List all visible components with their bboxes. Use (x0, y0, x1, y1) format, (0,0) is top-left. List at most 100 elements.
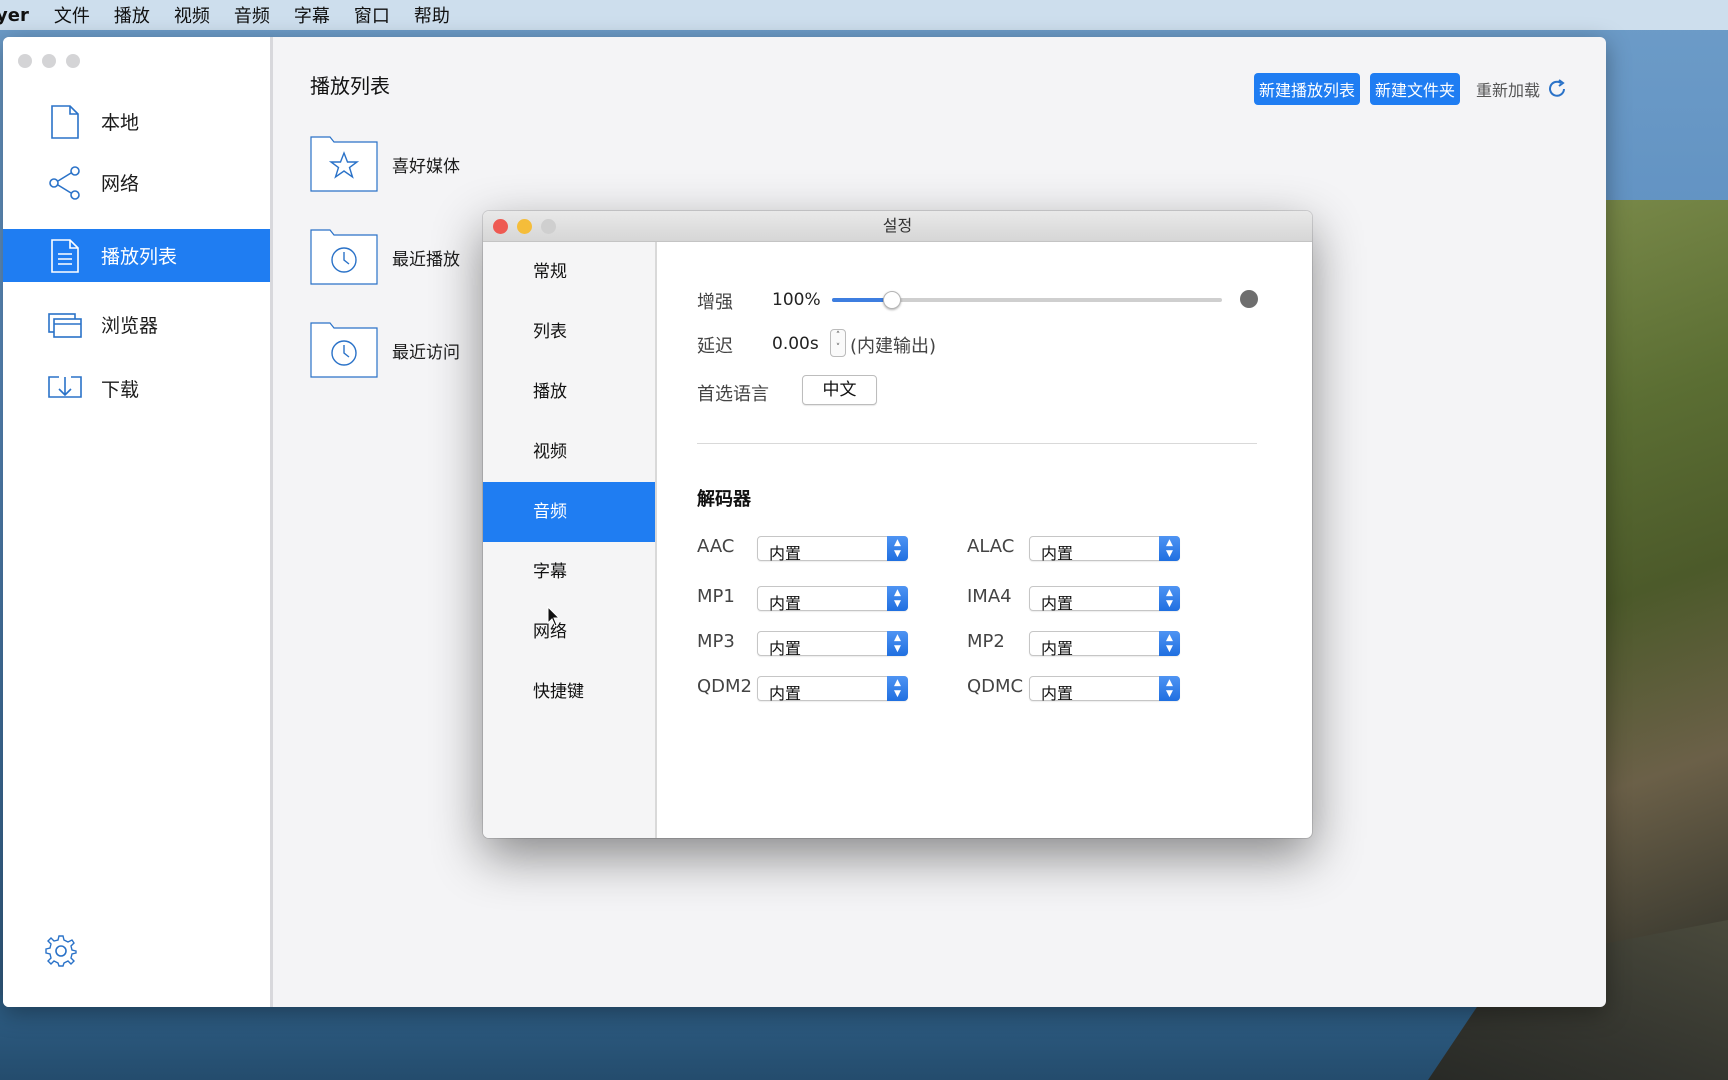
tab-network[interactable]: 网络 (483, 602, 655, 662)
browser-icon (47, 307, 83, 343)
dialog-close-button[interactable] (493, 219, 508, 234)
language-button[interactable]: 中文 (802, 375, 877, 405)
codec-label-ima4: IMA4 (967, 586, 1012, 607)
sidebar-item-label: 本地 (101, 112, 140, 134)
sidebar-item-download[interactable]: 下载 (3, 362, 270, 415)
delay-note: (内建输出) (850, 336, 937, 357)
select-value: 内置 (769, 544, 802, 563)
chevron-updown-icon: ▲ ▼ (1159, 676, 1180, 701)
folder-label: 喜好媒体 (392, 156, 460, 177)
menu-window[interactable]: 窗口 (354, 2, 390, 28)
toolbar: 新建播放列表 新建文件夹 重新加载 (1253, 73, 1568, 105)
codec-label-mp1: MP1 (697, 586, 735, 607)
codec-label-mp2: MP2 (967, 631, 1005, 652)
tab-playback[interactable]: 播放 (483, 362, 655, 422)
folder-recent-played[interactable]: 最近播放 (310, 229, 460, 285)
folder-recent-visited[interactable]: 最近访问 (310, 322, 460, 378)
menu-video[interactable]: 视频 (174, 2, 210, 28)
tab-general[interactable]: 常规 (483, 242, 655, 302)
select-value: 内置 (769, 639, 802, 658)
codec-select-mp3[interactable]: 内置 ▲ ▼ (757, 631, 908, 658)
codec-label-aac: AAC (697, 536, 735, 557)
folder-label: 最近访问 (392, 342, 460, 363)
sidebar-item-network[interactable]: 网络 (3, 156, 270, 209)
codec-label-qdmc: QDMC (967, 676, 1024, 697)
select-value: 内置 (769, 684, 802, 703)
boost-slider-knob[interactable] (882, 291, 901, 309)
menu-play[interactable]: 播放 (114, 2, 150, 28)
folder-favorites[interactable]: 喜好媒体 (310, 136, 460, 192)
delay-label: 延迟 (697, 336, 733, 357)
sidebar-item-playlist[interactable]: 播放列表 (3, 229, 270, 282)
delay-stepper[interactable]: ˄ ˅ (830, 329, 846, 357)
new-folder-button[interactable]: 新建文件夹 (1369, 73, 1460, 105)
codec-label-alac: ALAC (967, 536, 1015, 557)
reset-icon[interactable] (1240, 290, 1258, 308)
folder-label: 最近播放 (392, 249, 460, 270)
codec-select-aac[interactable]: 内置 ▲ ▼ (757, 536, 908, 563)
dialog-window-controls (493, 219, 556, 234)
chevron-updown-icon: ▲ ▼ (1159, 586, 1180, 611)
codec-select-qdm2[interactable]: 内置 ▲ ▼ (757, 676, 908, 703)
select-value: 内置 (1041, 684, 1074, 703)
page-title: 播放列表 (310, 74, 390, 98)
minimize-button[interactable] (42, 54, 56, 68)
close-button[interactable] (18, 54, 32, 68)
tab-video[interactable]: 视频 (483, 422, 655, 482)
dialog-title-bar: 설정 (483, 211, 1312, 242)
tab-audio[interactable]: 音频 (483, 482, 655, 542)
menu-audio[interactable]: 音频 (234, 2, 270, 28)
sidebar-item-label: 下载 (101, 379, 140, 401)
menu-file[interactable]: 文件 (54, 2, 90, 28)
sidebar: 本地 网络 播放列表 浏览器 下载 (3, 37, 273, 1007)
mouse-cursor-icon (547, 606, 561, 627)
sidebar-item-label: 播放列表 (101, 246, 178, 268)
new-playlist-button[interactable]: 新建播放列表 (1253, 73, 1360, 105)
settings-dialog: 설정 常规 列表 播放 视频 音频 字幕 网络 快捷键 增强 100% 延迟 0… (483, 211, 1312, 838)
menu-subtitle[interactable]: 字幕 (294, 2, 330, 28)
star-folder-icon (310, 136, 378, 192)
download-icon (47, 371, 83, 407)
codec-select-mp2[interactable]: 内置 ▲ ▼ (1029, 631, 1180, 658)
tab-list[interactable]: 列表 (483, 302, 655, 362)
codec-select-ima4[interactable]: 内置 ▲ ▼ (1029, 586, 1180, 613)
language-label: 首选语言 (697, 384, 769, 405)
chevron-updown-icon: ▲ ▼ (1159, 536, 1180, 561)
menu-app-name[interactable]: yer (0, 5, 29, 26)
share-icon (47, 165, 83, 201)
codec-select-qdmc[interactable]: 内置 ▲ ▼ (1029, 676, 1180, 703)
sidebar-item-label: 浏览器 (101, 315, 159, 337)
reload-button[interactable]: 重新加载 (1476, 77, 1568, 101)
codec-select-alac[interactable]: 内置 ▲ ▼ (1029, 536, 1180, 563)
zoom-button[interactable] (66, 54, 80, 68)
clock-folder-icon (310, 322, 378, 378)
settings-tab-list: 常规 列表 播放 视频 音频 字幕 网络 快捷键 (483, 242, 657, 838)
menu-help[interactable]: 帮助 (414, 2, 450, 28)
select-value: 内置 (1041, 544, 1074, 563)
select-value: 内置 (1041, 594, 1074, 613)
clock-folder-icon (310, 229, 378, 285)
divider (697, 443, 1257, 444)
boost-slider[interactable] (832, 291, 1222, 309)
boost-value: 100% (772, 290, 821, 310)
select-value: 内置 (769, 594, 802, 613)
chevron-updown-icon: ▲ ▼ (887, 536, 908, 561)
menu-bar: yer 文件 播放 视频 音频 字幕 窗口 帮助 (0, 0, 1728, 30)
sidebar-item-browser[interactable]: 浏览器 (3, 298, 270, 351)
dialog-zoom-button[interactable] (541, 219, 556, 234)
dialog-minimize-button[interactable] (517, 219, 532, 234)
file-icon (47, 104, 83, 140)
audio-settings-panel: 增强 100% 延迟 0.00s ˄ ˅ (内建输出) 首选语言 中文 解码器 A… (657, 242, 1312, 838)
window-controls (18, 54, 80, 68)
tab-subtitle[interactable]: 字幕 (483, 542, 655, 602)
dialog-title: 설정 (882, 216, 913, 235)
chevron-updown-icon: ▲ ▼ (887, 676, 908, 701)
gear-icon[interactable] (43, 933, 79, 969)
tab-shortcuts[interactable]: 快捷键 (483, 662, 655, 722)
reload-label: 重新加载 (1475, 81, 1540, 100)
chevron-updown-icon: ▲ ▼ (1159, 631, 1180, 656)
codec-select-mp1[interactable]: 内置 ▲ ▼ (757, 586, 908, 613)
codec-label-qdm2: QDM2 (697, 676, 753, 697)
chevron-updown-icon: ▲ ▼ (887, 586, 908, 611)
sidebar-item-local[interactable]: 本地 (3, 95, 270, 148)
